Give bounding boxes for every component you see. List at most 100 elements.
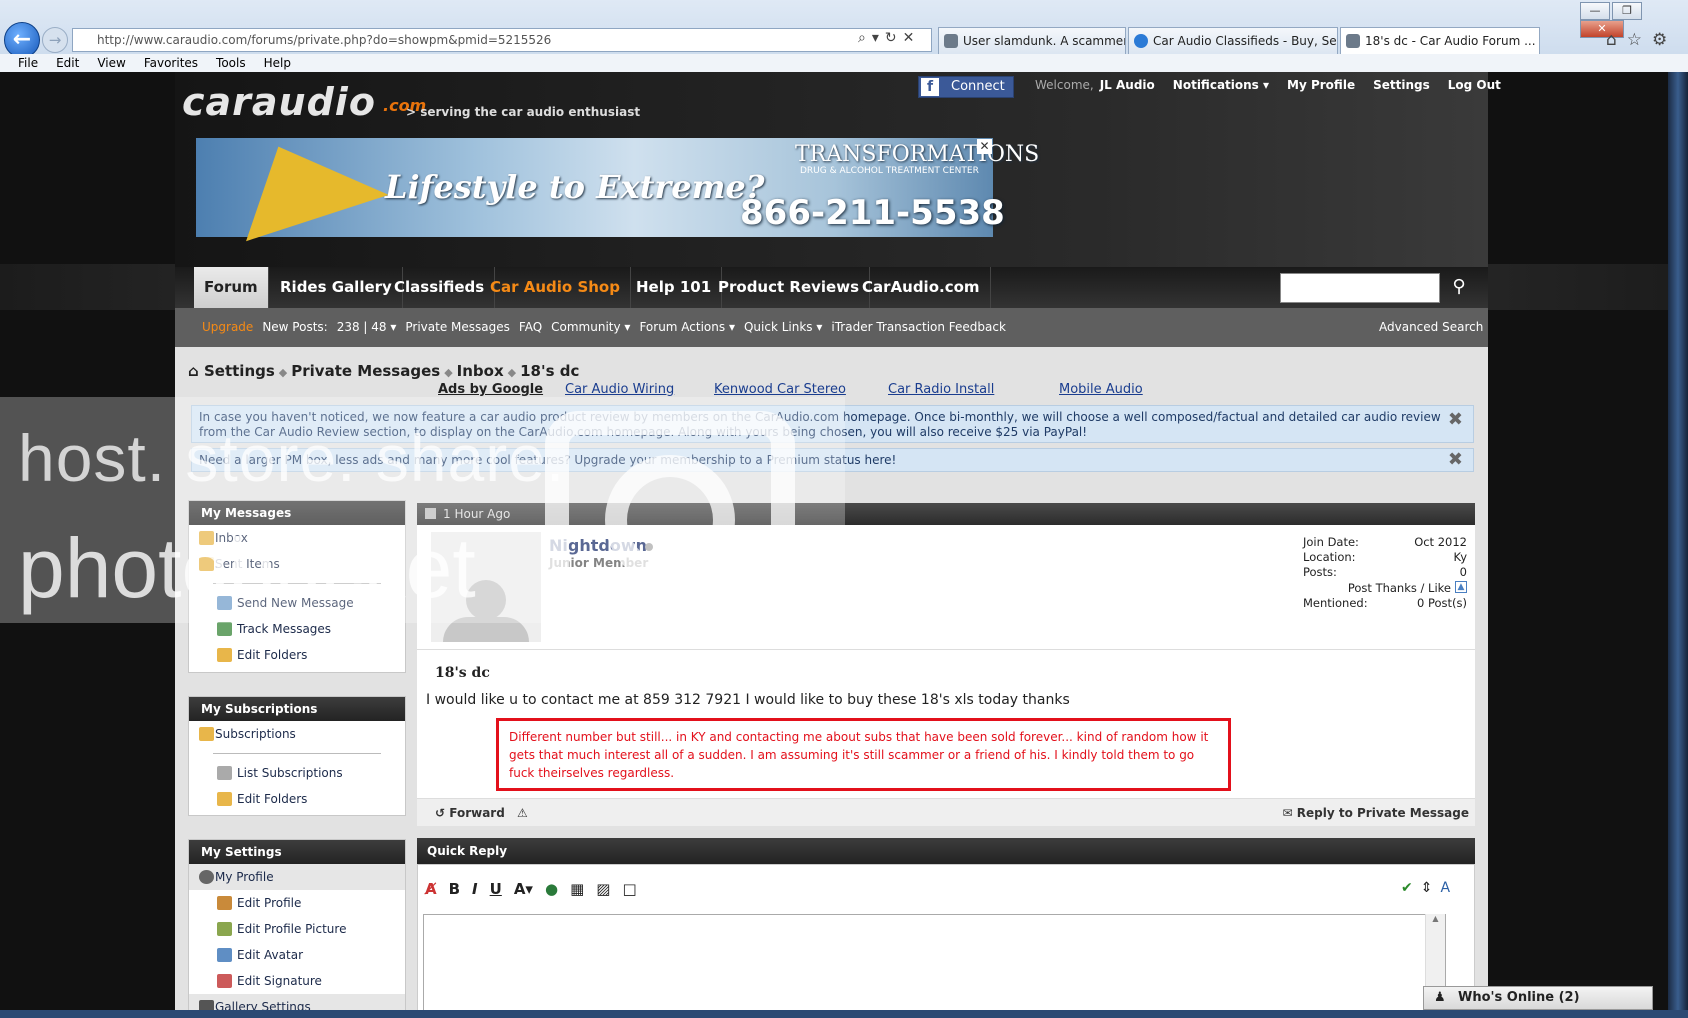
italic-icon[interactable]: I bbox=[472, 880, 478, 898]
logout-link[interactable]: Log Out bbox=[1448, 78, 1501, 92]
tab-favicon-icon bbox=[1346, 34, 1360, 48]
home-icon[interactable]: ⌂ bbox=[1606, 30, 1627, 50]
link-icon[interactable]: ● bbox=[545, 880, 558, 898]
private-messages-link[interactable]: Private Messages bbox=[405, 320, 510, 334]
restore-button[interactable]: ❐ bbox=[1612, 2, 1642, 20]
ad-link[interactable]: Mobile Audio bbox=[1059, 382, 1143, 397]
search-input[interactable] bbox=[1280, 273, 1440, 303]
nav-car-audio-shop[interactable]: Car Audio Shop bbox=[480, 267, 631, 308]
sidebar-item-edit-profile-picture[interactable]: Edit Profile Picture bbox=[189, 916, 405, 942]
menu-favorites[interactable]: Favorites bbox=[144, 54, 198, 72]
quick-links-menu[interactable]: Quick Links ▾ bbox=[744, 320, 822, 334]
ad-link[interactable]: Kenwood Car Stereo bbox=[714, 382, 846, 397]
forum-actions-menu[interactable]: Forum Actions ▾ bbox=[639, 320, 735, 334]
avatar-body-shape bbox=[443, 617, 529, 642]
folder-icon bbox=[199, 727, 214, 741]
address-controls[interactable]: ⌕▾↻✕ bbox=[858, 30, 920, 46]
browser-tab-active[interactable]: 18's dc - Car Audio Forum ... bbox=[1340, 27, 1540, 55]
breadcrumb-private-messages[interactable]: Private Messages bbox=[291, 362, 440, 380]
switch-mode-icon[interactable]: A bbox=[1440, 880, 1450, 896]
address-bar[interactable]: http://www.caraudio.com/forums/private.p… bbox=[72, 28, 932, 52]
search-icon[interactable]: ⚲ bbox=[1444, 273, 1474, 303]
video-icon[interactable]: ▨ bbox=[596, 880, 610, 898]
tag-icon bbox=[217, 766, 232, 780]
post-footer: ↺ Forward ⚠ ✉ Reply to Private Message bbox=[417, 798, 1475, 826]
sidebar-item-edit-folders[interactable]: Edit Folders bbox=[189, 642, 405, 668]
advanced-search-link[interactable]: Advanced Search bbox=[1379, 320, 1483, 334]
nav-forum[interactable]: Forum bbox=[194, 267, 269, 308]
menu-help[interactable]: Help bbox=[264, 54, 291, 72]
dismiss-icon[interactable]: ✖ bbox=[1448, 411, 1463, 429]
sidebar-item-edit-profile[interactable]: Edit Profile bbox=[189, 890, 405, 916]
upgrade-link[interactable]: Upgrade bbox=[202, 320, 253, 334]
my-profile-link[interactable]: My Profile bbox=[1287, 78, 1355, 92]
new-posts-label: New Posts: bbox=[262, 320, 328, 334]
menu-view[interactable]: View bbox=[97, 54, 125, 72]
remove-format-icon[interactable]: A̸ bbox=[425, 880, 437, 898]
breadcrumb-separator: ◆ bbox=[444, 366, 453, 379]
menu-tools[interactable]: Tools bbox=[216, 54, 246, 72]
watermark-tagline: host. store. share. bbox=[18, 421, 566, 495]
resize-icon[interactable]: ⇕ bbox=[1421, 880, 1433, 896]
tab-label: Car Audio Classifieds - Buy, Se... bbox=[1153, 34, 1338, 48]
bold-icon[interactable]: B bbox=[449, 880, 460, 898]
back-button[interactable]: ← bbox=[4, 22, 40, 58]
sidebar-item-edit-signature[interactable]: Edit Signature bbox=[189, 968, 405, 994]
banner-phone: 866-211-5538 bbox=[740, 193, 1005, 233]
underline-icon[interactable]: U bbox=[490, 880, 502, 898]
sidebar-item-label: Edit Signature bbox=[237, 974, 322, 988]
reply-textarea[interactable] bbox=[423, 914, 1446, 1018]
browser-tab[interactable]: Car Audio Classifieds - Buy, Se... bbox=[1128, 27, 1338, 55]
post-message: I would like u to contact me at 859 312 … bbox=[426, 692, 1070, 708]
itrader-link[interactable]: iTrader Transaction Feedback bbox=[831, 320, 1006, 334]
image-icon[interactable]: ▦ bbox=[570, 880, 584, 898]
minimize-button[interactable]: — bbox=[1580, 2, 1610, 20]
breadcrumb-settings[interactable]: Settings bbox=[204, 362, 275, 380]
settings-link[interactable]: Settings bbox=[1373, 78, 1430, 92]
mentioned-count: 0 Post(s) bbox=[1417, 596, 1467, 610]
ads-by-google[interactable]: Ads by Google bbox=[438, 382, 543, 397]
quote-icon[interactable]: □ bbox=[622, 880, 636, 898]
sidebar-item-edit-avatar[interactable]: Edit Avatar bbox=[189, 942, 405, 968]
forward-button[interactable]: ↺ Forward bbox=[435, 799, 505, 827]
new-posts-count[interactable]: 238 | 48 ▾ bbox=[337, 320, 397, 334]
sidebar-item-list-subscriptions[interactable]: List Subscriptions bbox=[189, 760, 405, 786]
menu-file[interactable]: File bbox=[18, 54, 38, 72]
sidebar-item-edit-folders[interactable]: Edit Folders bbox=[189, 786, 405, 812]
editor-toolbar: A̸ B I U A▾ ● ▦ ▨ □ bbox=[425, 880, 649, 898]
font-color-icon[interactable]: A▾ bbox=[514, 880, 533, 898]
sidebar-heading: My Settings bbox=[189, 840, 405, 864]
faq-link[interactable]: FAQ bbox=[519, 320, 542, 334]
spellcheck-icon[interactable]: ✔ bbox=[1401, 880, 1413, 896]
home-icon[interactable]: ⌂ bbox=[188, 362, 199, 380]
post-title: 18's dc bbox=[435, 665, 490, 681]
nav-product-reviews[interactable]: Product Reviews bbox=[708, 267, 870, 308]
nav-rides-gallery[interactable]: Rides Gallery bbox=[270, 267, 403, 308]
close-ad-icon[interactable]: ✕ bbox=[977, 139, 992, 154]
whos-online-label: Who's Online (2) bbox=[1458, 990, 1580, 1005]
sidebar-item-my-profile[interactable]: My Profile bbox=[189, 864, 405, 890]
menu-bar: File Edit View Favorites Tools Help bbox=[0, 54, 1688, 72]
notifications-link[interactable]: Notifications ▾ bbox=[1173, 78, 1269, 92]
nav-caraudio-com[interactable]: CarAudio.com bbox=[852, 267, 991, 308]
gear-icon[interactable]: ⚙ bbox=[1652, 30, 1677, 50]
whos-online-button[interactable]: ♟ Who's Online (2) bbox=[1423, 986, 1653, 1010]
dismiss-icon[interactable]: ✖ bbox=[1448, 451, 1463, 469]
favorites-star-icon[interactable]: ☆ bbox=[1627, 30, 1652, 50]
nav-classifieds[interactable]: Classifieds bbox=[384, 267, 496, 308]
sidebar-item-track-messages[interactable]: Track Messages bbox=[189, 616, 405, 642]
expand-icon[interactable]: ▲ bbox=[1455, 581, 1467, 593]
reply-button[interactable]: ✉ Reply to Private Message bbox=[1283, 799, 1469, 827]
community-menu[interactable]: Community ▾ bbox=[551, 320, 630, 334]
breadcrumb-inbox[interactable]: Inbox bbox=[457, 362, 504, 380]
browser-tab[interactable]: User slamdunk. A scammer ha... bbox=[938, 27, 1126, 55]
ad-link[interactable]: Car Audio Wiring bbox=[565, 382, 674, 397]
menu-edit[interactable]: Edit bbox=[56, 54, 79, 72]
forward-button[interactable]: → bbox=[42, 27, 68, 53]
sidebar-item-label: Track Messages bbox=[237, 622, 332, 636]
ad-link[interactable]: Car Radio Install bbox=[888, 382, 994, 397]
report-icon[interactable]: ⚠ bbox=[517, 799, 528, 827]
sidebar-item-subscriptions[interactable]: Subscriptions bbox=[189, 721, 405, 747]
username-link[interactable]: JL Audio bbox=[1100, 78, 1155, 92]
site-logo[interactable]: caraudio bbox=[182, 80, 376, 124]
